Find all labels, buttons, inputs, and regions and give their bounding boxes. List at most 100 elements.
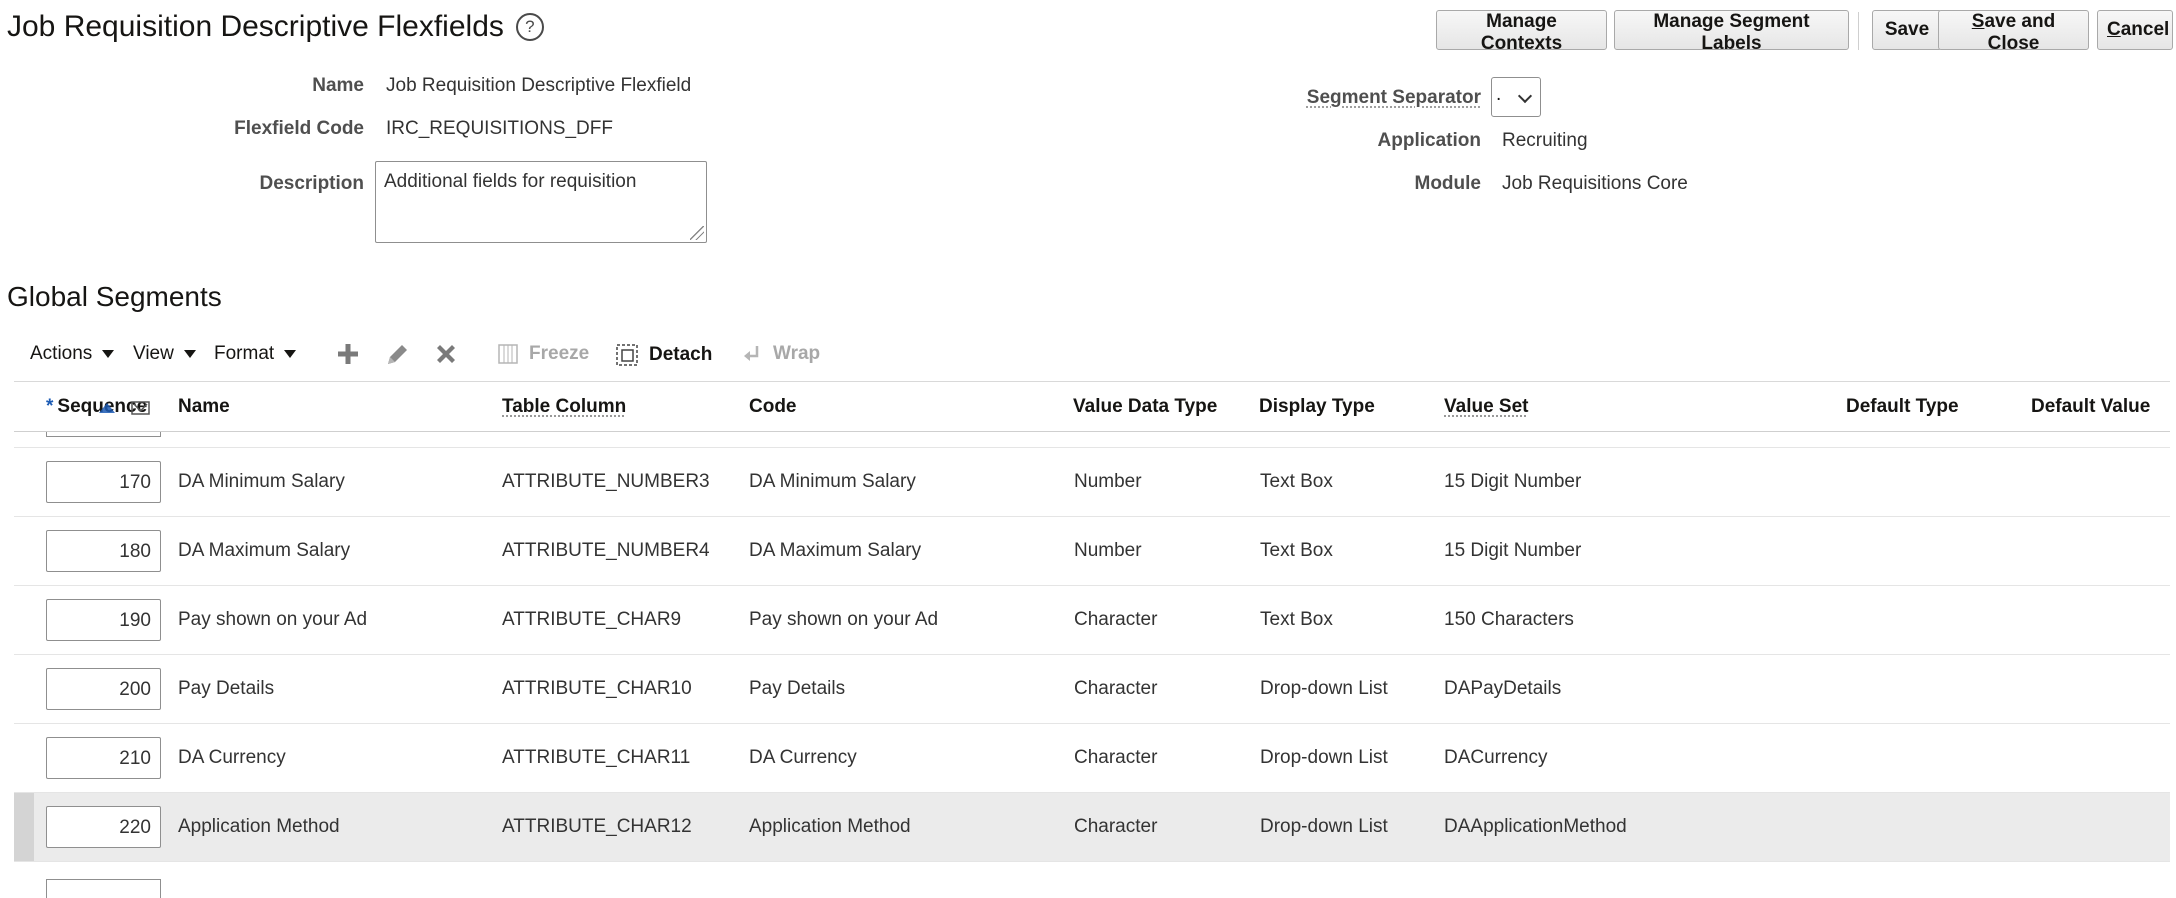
cell-code: DA Maximum Salary (749, 540, 922, 561)
cell-name: DA Minimum Salary (178, 471, 345, 492)
grid-header-border (14, 431, 2170, 432)
page-title: Job Requisition Descriptive Flexfields ? (7, 10, 544, 44)
format-menu[interactable]: Format (214, 343, 297, 365)
caret-down-icon (183, 350, 196, 358)
column-header-code[interactable]: Code (749, 396, 797, 418)
cancel-button[interactable]: Cancel (2097, 10, 2173, 50)
cell-table-column: ATTRIBUTE_NUMBER4 (502, 540, 710, 561)
cell-name: Application Method (178, 816, 340, 837)
delete-x-icon[interactable] (434, 342, 458, 366)
cell-display-type: Text Box (1260, 609, 1333, 630)
column-header-name[interactable]: Name (178, 396, 230, 418)
cell-display-type: Drop-down List (1260, 678, 1388, 699)
column-header-default-value[interactable]: Default Value (2031, 396, 2150, 418)
cell-value-data-type: Character (1074, 678, 1158, 699)
application-value: Recruiting (1502, 130, 1588, 151)
row-selector[interactable] (14, 517, 34, 585)
column-header-value-set[interactable]: Value Set (1444, 396, 1529, 418)
module-label: Module (1414, 173, 1482, 194)
edit-pencil-icon[interactable] (384, 342, 410, 368)
sequence-input[interactable]: 200 (46, 668, 161, 710)
toolbar-divider (1858, 12, 1859, 50)
cell-name: Pay Details (178, 678, 275, 699)
save-and-close-button[interactable]: Save and Close (1938, 10, 2089, 54)
cell-table-column: ATTRIBUTE_CHAR11 (502, 747, 691, 768)
add-icon[interactable] (336, 342, 360, 366)
cell-code: DA Minimum Salary (749, 471, 916, 492)
description-text: Additional fields for requisition (384, 171, 637, 192)
cell-display-type: Drop-down List (1260, 816, 1388, 837)
row-selector[interactable] (14, 793, 34, 861)
caret-down-icon (284, 350, 297, 358)
description-label: Description (259, 173, 364, 194)
sort-icons[interactable] (95, 399, 155, 417)
cell-name: Pay shown on your Ad (178, 609, 368, 630)
cell-code: DA Currency (749, 747, 857, 768)
wrap-button[interactable]: Wrap (741, 343, 820, 365)
freeze-button[interactable]: Freeze (497, 343, 589, 365)
cell-code: Application Method (749, 816, 911, 837)
name-value: Job Requisition Descriptive Flexfield (386, 75, 692, 96)
sequence-input[interactable]: 170 (46, 461, 161, 503)
segment-separator-label: Segment Separator (1306, 87, 1481, 108)
cell-code: Pay Details (749, 678, 846, 699)
sequence-input[interactable]: 220 (46, 806, 161, 848)
grid-top-border (14, 381, 2170, 382)
view-menu[interactable]: View (133, 343, 196, 365)
table-row[interactable]: 190 Pay shown on your Ad ATTRIBUTE_CHAR9 Pa… (14, 586, 2170, 655)
table-row[interactable]: 200 Pay Details ATTRIBUTE_CHAR10 Pay Detail… (14, 655, 2170, 724)
partial-sequence-input (46, 879, 161, 898)
resize-grip-icon[interactable] (690, 226, 704, 240)
cell-name: DA Maximum Salary (178, 540, 351, 561)
cell-table-column: ATTRIBUTE_CHAR12 (502, 816, 692, 837)
cell-name: DA Currency (178, 747, 286, 768)
cell-display-type: Text Box (1260, 471, 1333, 492)
chevron-down-icon (1517, 88, 1533, 104)
cell-display-type: Drop-down List (1260, 747, 1388, 768)
cell-table-column: ATTRIBUTE_NUMBER3 (502, 471, 710, 492)
cell-value-data-type: Number (1074, 540, 1142, 561)
cell-code: Pay shown on your Ad (749, 609, 939, 630)
cell-value-set: DACurrency (1444, 747, 1548, 768)
table-row[interactable]: 210 DA Currency ATTRIBUTE_CHAR11 DA Currenc… (14, 724, 2170, 793)
sequence-input[interactable]: 180 (46, 530, 161, 572)
row-selector[interactable] (14, 724, 34, 792)
cell-value-set: 15 Digit Number (1444, 540, 1582, 561)
question-circle-icon[interactable]: ? (515, 13, 544, 41)
row-selector[interactable] (14, 586, 34, 654)
actions-menu[interactable]: Actions (30, 343, 115, 365)
cell-display-type: Text Box (1260, 540, 1333, 561)
freeze-icon (498, 344, 518, 364)
row-selector[interactable] (14, 448, 34, 516)
cell-value-data-type: Character (1074, 747, 1158, 768)
column-header-value-data-type[interactable]: Value Data Type (1073, 396, 1217, 418)
column-header-display-type[interactable]: Display Type (1259, 396, 1375, 418)
cell-value-data-type: Number (1074, 471, 1142, 492)
module-value: Job Requisitions Core (1502, 173, 1688, 194)
manage-contexts-button[interactable]: Manage Contexts (1436, 10, 1607, 54)
segment-separator-value: . (1496, 84, 1502, 105)
sequence-input[interactable]: 190 (46, 599, 161, 641)
wrap-icon (744, 346, 759, 361)
cell-value-set: 15 Digit Number (1444, 471, 1582, 492)
cell-value-set: DAPayDetails (1444, 678, 1562, 699)
cell-table-column: ATTRIBUTE_CHAR10 (502, 678, 692, 699)
manage-segment-labels-button[interactable]: Manage Segment Labels (1614, 10, 1849, 54)
row-selector[interactable] (14, 655, 34, 723)
sequence-input[interactable]: 210 (46, 737, 161, 779)
description-textarea[interactable]: Additional fields for requisition (375, 161, 707, 243)
column-header-default-type[interactable]: Default Type (1846, 396, 1959, 418)
partial-sequence-input (46, 432, 161, 437)
save-button[interactable]: Save (1872, 10, 1942, 50)
table-row[interactable]: 170 DA Minimum Salary ATTRIBUTE_NUMBER3 DA … (14, 448, 2170, 517)
table-row[interactable]: 180 DA Maximum Salary ATTRIBUTE_NUMBER4 DA … (14, 517, 2170, 586)
detach-button[interactable]: Detach (615, 343, 712, 367)
flexfield-code-label: Flexfield Code (234, 118, 364, 139)
segment-separator-select[interactable]: . (1491, 77, 1541, 117)
cell-value-set: DAApplicationMethod (1444, 816, 1627, 837)
cell-table-column: ATTRIBUTE_CHAR9 (502, 609, 682, 630)
column-header-table-column[interactable]: Table Column (502, 396, 626, 418)
table-row[interactable]: 220 Application Method ATTRIBUTE_CHAR12 App… (14, 793, 2170, 862)
caret-down-icon (102, 350, 115, 358)
detach-icon (616, 344, 638, 366)
